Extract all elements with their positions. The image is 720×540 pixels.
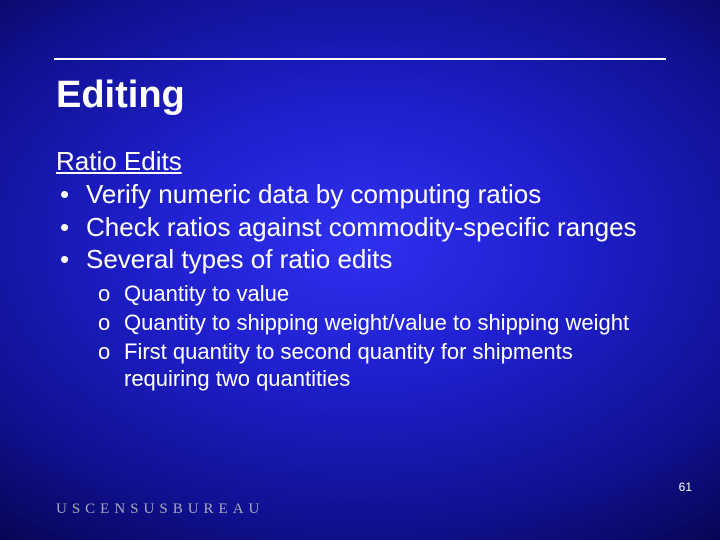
title-divider [54, 58, 666, 60]
sub-bullet-item: First quantity to second quantity for sh… [96, 339, 664, 393]
subheading: Ratio Edits [56, 146, 664, 177]
bullet-list: Verify numeric data by computing ratios … [56, 179, 664, 275]
sub-bullet-list: Quantity to value Quantity to shipping w… [56, 281, 664, 392]
bullet-item: Check ratios against commodity-specific … [56, 212, 664, 243]
content-area: Ratio Edits Verify numeric data by compu… [56, 146, 664, 394]
sub-bullet-item: Quantity to shipping weight/value to shi… [96, 310, 664, 337]
page-number: 61 [679, 480, 692, 494]
bullet-item: Verify numeric data by computing ratios [56, 179, 664, 210]
footer-logo: USCENSUSBUREAU [56, 501, 264, 518]
sub-bullet-item: Quantity to value [96, 281, 664, 308]
slide: Editing Ratio Edits Verify numeric data … [0, 0, 720, 540]
bullet-item: Several types of ratio edits [56, 244, 664, 275]
slide-title: Editing [56, 74, 185, 117]
